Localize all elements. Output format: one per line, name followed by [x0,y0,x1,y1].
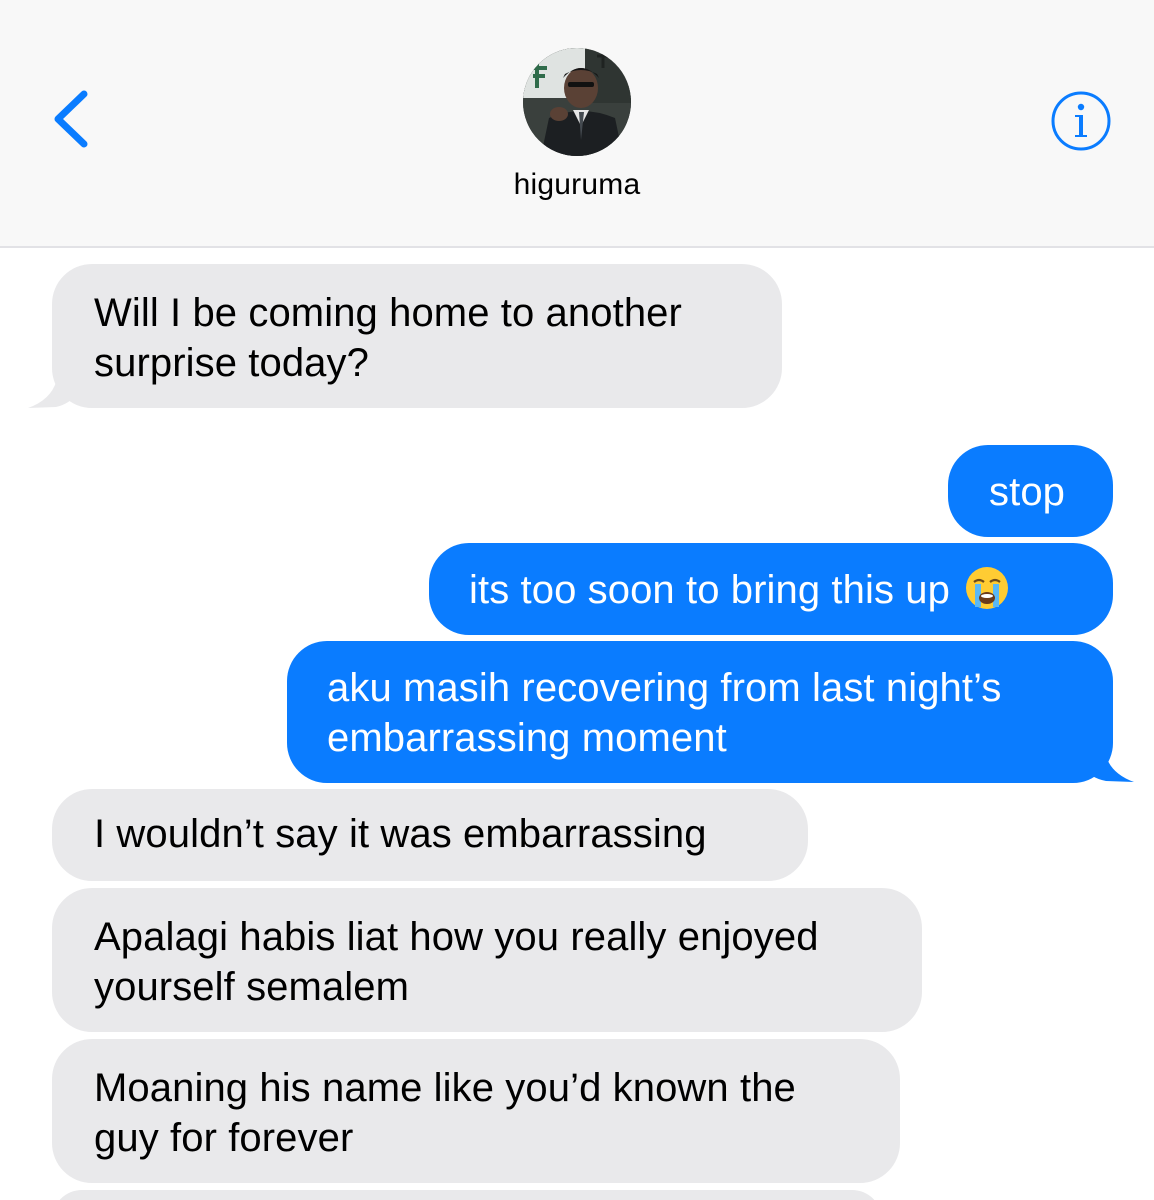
message-text: guy for forever [94,1116,354,1160]
avatar[interactable] [523,48,631,156]
message-bubble-incoming[interactable]: Will I be coming home to another surpris… [52,264,782,408]
message-bubble-incoming-partial[interactable] [52,1190,882,1200]
message-text: surprise today? [94,341,369,385]
message-bubble-incoming[interactable]: Apalagi habis liat how you really enjoye… [52,888,922,1032]
message-text: Moaning his name like you’d known the [94,1066,796,1110]
contact-photo [523,48,631,156]
info-icon [1051,91,1111,151]
message-bubble-outgoing[interactable]: its too soon to bring this up [429,543,1113,635]
message-bubble-incoming[interactable]: I wouldn’t say it was embarrassing [52,789,808,881]
back-button[interactable] [40,78,100,158]
contact-name[interactable]: higuruma [0,168,1154,202]
message-bubble-outgoing[interactable]: stop [948,445,1113,537]
message-text: I wouldn’t say it was embarrassing [94,812,707,856]
loudly-crying-face-icon [965,567,1008,609]
message-thread[interactable]: Will I be coming home to another surpris… [0,248,1154,1200]
message-text: its too soon to bring this up [469,568,950,612]
message-text: yourself semalem [94,965,410,1009]
chevron-left-icon [54,90,88,148]
message-text: Apalagi habis liat how you really enjoye… [94,915,819,959]
message-text: embarrassing moment [327,716,727,760]
message-text: Will I be coming home to another [94,291,682,335]
message-bubble-outgoing[interactable]: aku masih recovering from last night’s e… [287,641,1113,783]
conversation-header: higuruma [0,0,1154,248]
message-bubble-incoming[interactable]: Moaning his name like you’d known the gu… [52,1039,900,1183]
message-text: stop [989,470,1066,514]
message-text: aku masih recovering from last night’s [327,666,1002,710]
info-button[interactable] [1050,90,1112,152]
